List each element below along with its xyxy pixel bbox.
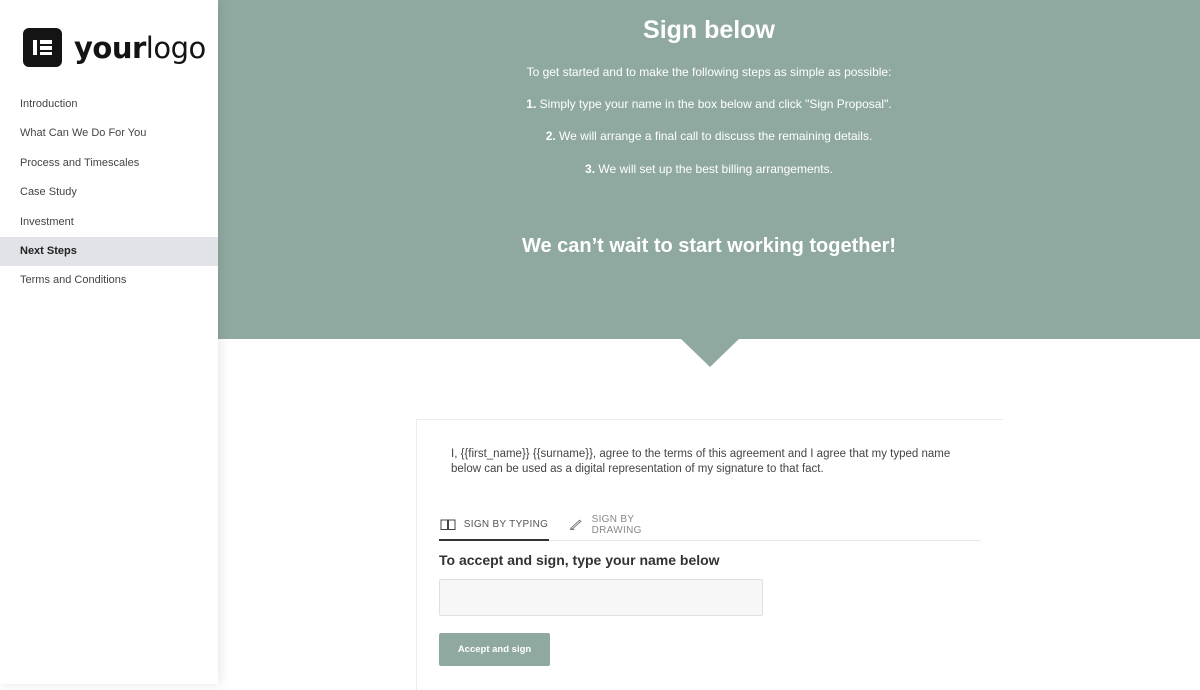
step-2: 2. We will arrange a final call to discu…	[545, 129, 873, 143]
sidebar-item-investment[interactable]: Investment	[0, 208, 218, 237]
pen-icon	[569, 519, 582, 530]
logo-mark-icon	[23, 28, 62, 67]
page-title: Sign below	[643, 16, 775, 44]
step-1: 1. Simply type your name in the box belo…	[526, 97, 892, 111]
tab-sign-by-typing[interactable]: SIGN BY TYPING	[439, 510, 549, 541]
sign-tabs: SIGN BY TYPING SIGN BY DRAWING	[439, 510, 981, 541]
logo[interactable]: yourlogo	[23, 28, 206, 67]
agreement-text: I, {{first_name}} {{surname}}, agree to …	[451, 448, 951, 475]
hero-intro: To get started and to make the following…	[526, 65, 892, 79]
sign-card: I, {{first_name}} {{surname}}, agree to …	[416, 419, 1003, 690]
hero-notch	[680, 338, 740, 367]
sidebar: yourlogo Introduction What Can We Do For…	[0, 0, 218, 684]
sign-heading: To accept and sign, type your name below	[439, 552, 720, 568]
logo-text: yourlogo	[74, 30, 206, 65]
sidebar-item-terms[interactable]: Terms and Conditions	[0, 266, 218, 295]
sidebar-item-next-steps[interactable]: Next Steps	[0, 236, 218, 267]
sidebar-nav: Introduction What Can We Do For You Proc…	[0, 90, 218, 296]
hero-banner: Sign below To get started and to make th…	[218, 0, 1200, 339]
step-3: 3. We will set up the best billing arran…	[585, 162, 833, 176]
sidebar-item-process[interactable]: Process and Timescales	[0, 149, 218, 178]
tab-drawing-label: SIGN BY DRAWING	[591, 513, 642, 536]
tab-typing-label: SIGN BY TYPING	[463, 519, 549, 530]
hero-tagline: We can’t wait to start working together!	[521, 235, 897, 257]
accept-and-sign-button[interactable]: Accept and sign	[439, 633, 550, 666]
sidebar-item-what-can-we-do[interactable]: What Can We Do For You	[0, 119, 218, 148]
signature-name-input[interactable]	[439, 579, 763, 616]
tab-sign-by-drawing[interactable]: SIGN BY DRAWING	[569, 510, 679, 539]
keyboard-icon	[440, 519, 456, 530]
sidebar-item-introduction[interactable]: Introduction	[0, 90, 218, 119]
sidebar-item-case-study[interactable]: Case Study	[0, 178, 218, 207]
